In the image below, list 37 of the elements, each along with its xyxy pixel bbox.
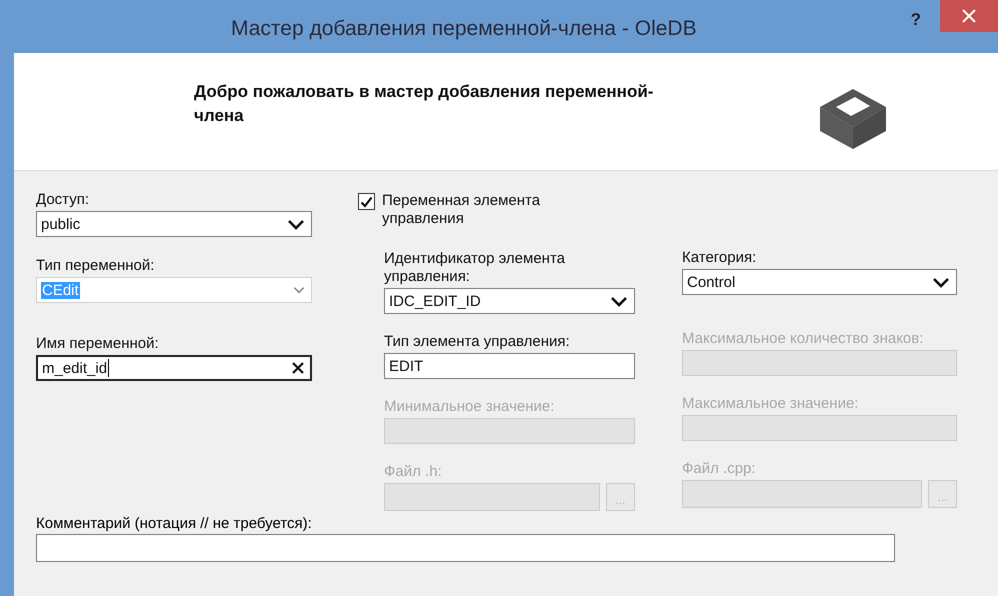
chevron-down-icon xyxy=(293,286,305,294)
field-label: Файл .cpp: xyxy=(682,460,757,478)
box-icon xyxy=(820,87,886,149)
field-label: Категория: xyxy=(682,249,758,267)
input-value: EDIT xyxy=(389,358,424,374)
chevron-down-icon xyxy=(610,296,628,306)
window-title: Мастер добавления переменной-члена - OleDB xyxy=(230,16,698,41)
comment-label: Комментарий (нотация // не требуется): xyxy=(36,515,313,532)
dropdown[interactable]: public xyxy=(36,211,312,237)
field-label: Тип элемента управления: xyxy=(384,333,571,351)
field-label: Файл .h: xyxy=(384,463,443,481)
clear-icon[interactable] xyxy=(292,362,304,374)
field-label: Идентификатор элемента управления: xyxy=(384,250,566,286)
input-field[interactable]: EDIT xyxy=(384,353,635,379)
dropdown[interactable]: IDC_EDIT_ID xyxy=(384,288,635,314)
wizard-heading: Добро пожаловать в мастер добавления переменной-члена xyxy=(193,81,654,127)
close-icon xyxy=(962,9,976,23)
field-label: Максимальное значение: xyxy=(682,395,860,413)
help-button[interactable]: ? xyxy=(892,0,940,30)
checkbox-label[interactable]: Переменная элемента управления xyxy=(381,191,573,229)
combo-value: CEdit xyxy=(41,282,80,298)
comment-field[interactable] xyxy=(36,534,895,562)
chevron-down-icon xyxy=(287,218,305,230)
input-value: m_edit_id xyxy=(42,360,108,376)
dropdown[interactable]: Control xyxy=(682,269,957,295)
dropdown-value: IDC_EDIT_ID xyxy=(389,292,481,310)
field-label: Имя переменной: xyxy=(36,335,160,353)
field-label: Доступ: xyxy=(36,191,90,209)
chevron-down-icon xyxy=(932,276,950,288)
close-button[interactable] xyxy=(940,0,998,32)
field-label: Максимальное количество знаков: xyxy=(682,330,924,348)
checkbox[interactable] xyxy=(358,193,375,210)
dropdown-value: public xyxy=(41,216,80,232)
field-label: Тип переменной: xyxy=(36,257,156,275)
input-field[interactable]: m_edit_id xyxy=(36,355,312,381)
dropdown-value: Control xyxy=(687,274,736,290)
field-label: Минимальное значение: xyxy=(384,398,556,416)
